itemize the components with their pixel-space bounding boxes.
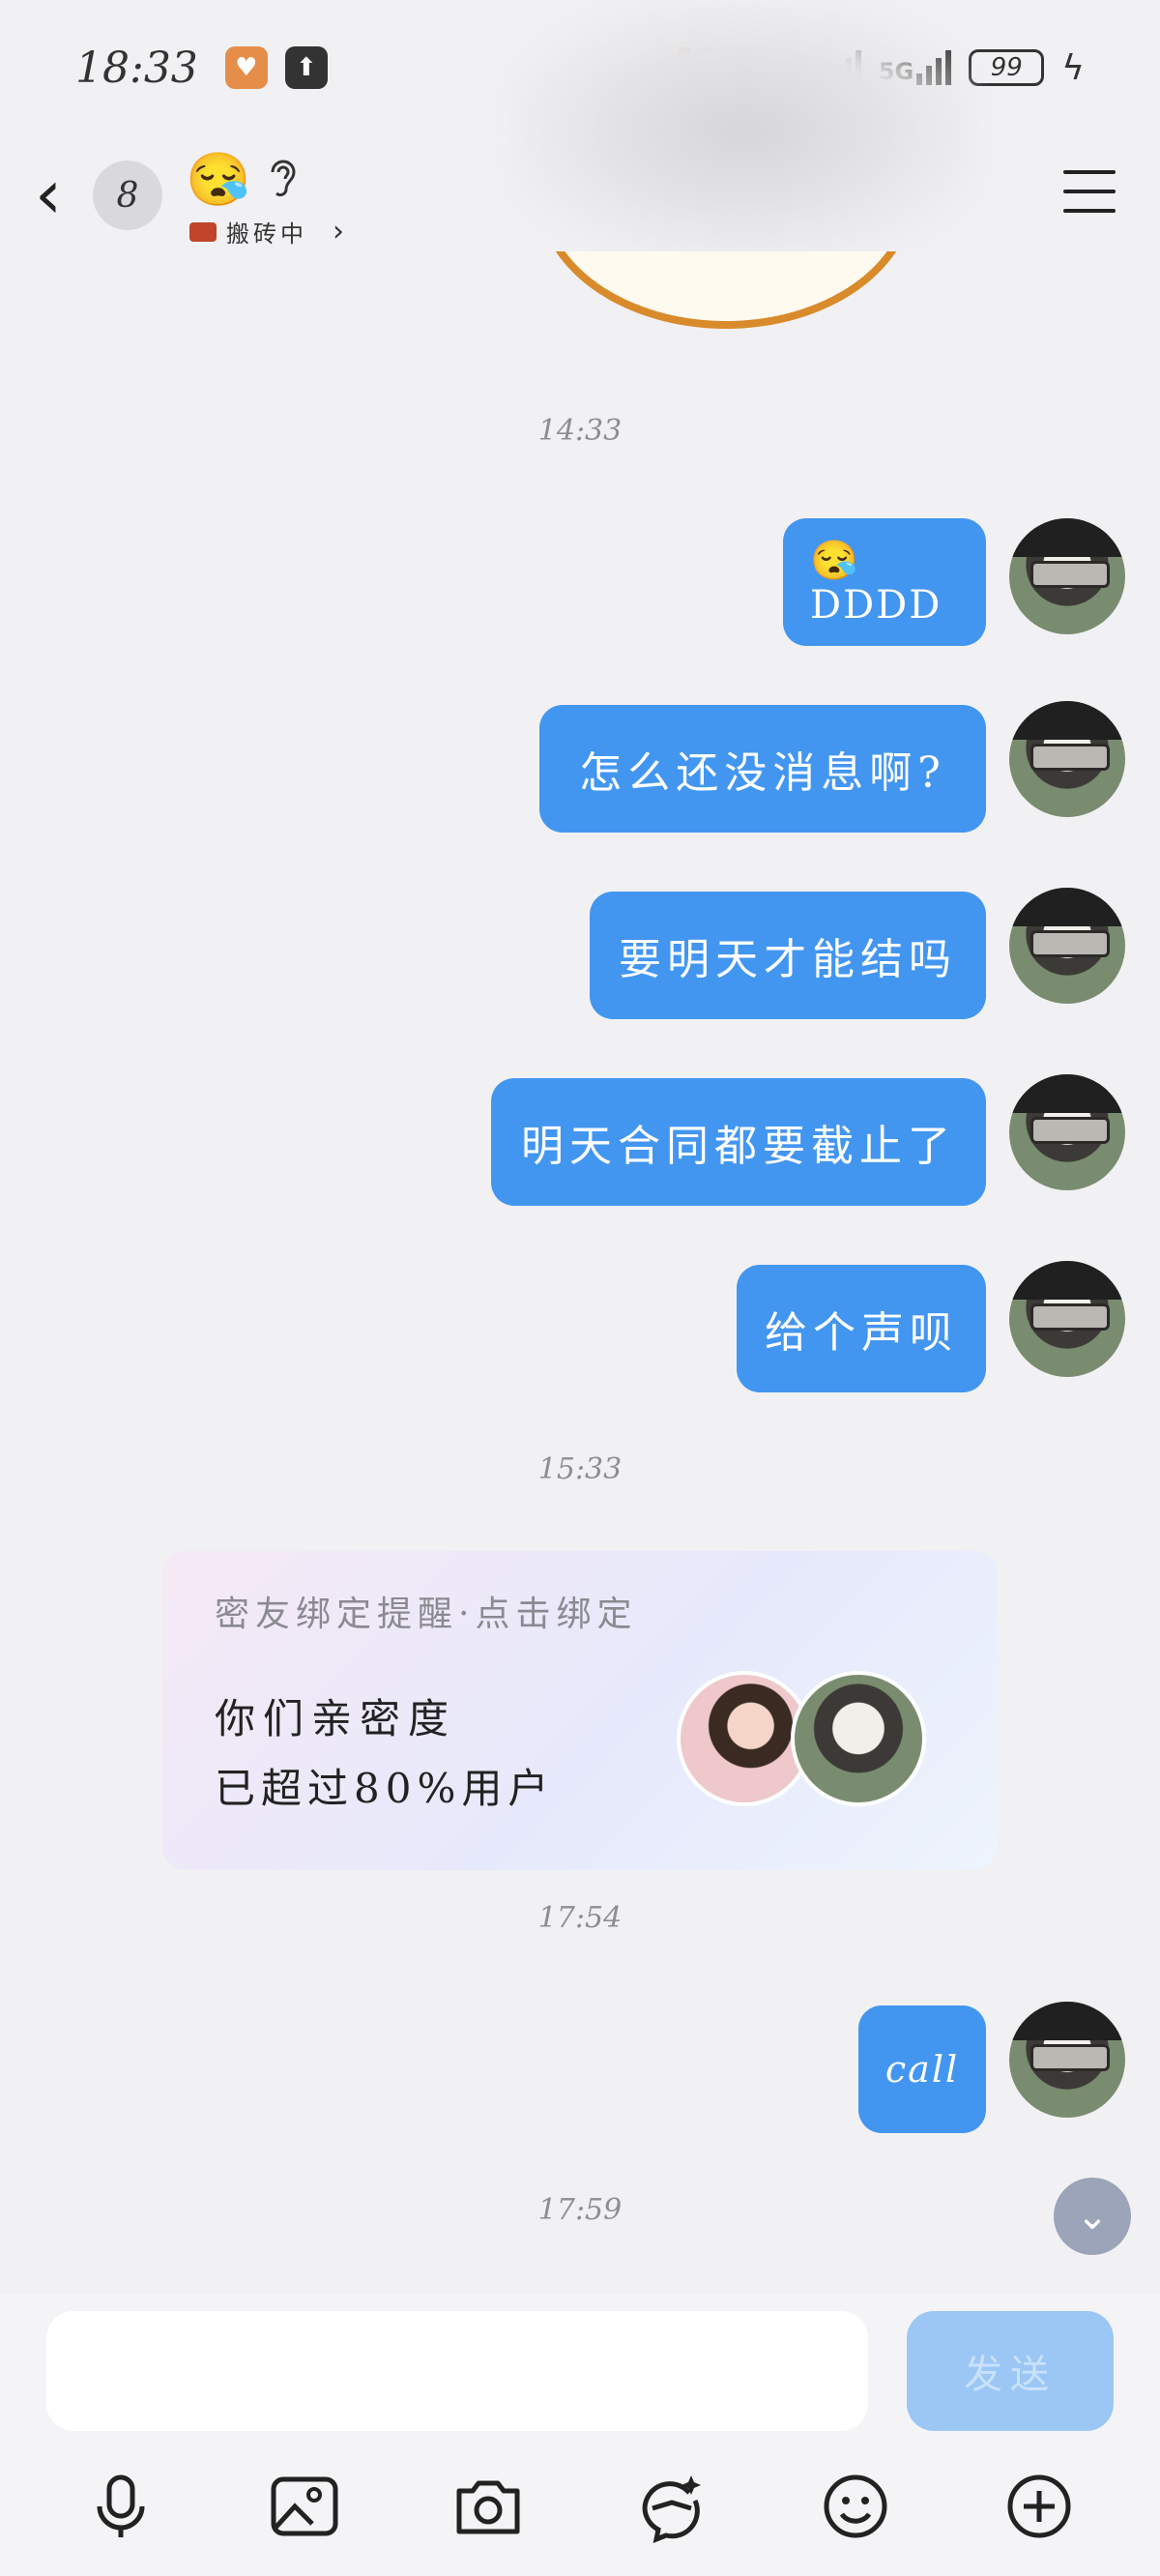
menu-icon-line bbox=[1063, 209, 1116, 213]
unread-count-badge[interactable]: 8 bbox=[93, 161, 162, 230]
scroll-to-bottom-button[interactable]: ⌄ bbox=[1054, 2178, 1131, 2255]
my-avatar[interactable] bbox=[1009, 2002, 1125, 2118]
message-timestamp: 17:54 bbox=[537, 1901, 623, 1935]
card-line-1: 你们亲密度 bbox=[215, 1695, 457, 1742]
camera-icon[interactable] bbox=[445, 2463, 532, 2550]
message-bubble[interactable]: 明天合同都要截止了 bbox=[491, 1078, 986, 1206]
chevron-right-icon: › bbox=[333, 215, 344, 249]
my-avatar[interactable] bbox=[1009, 888, 1125, 1004]
my-avatar bbox=[791, 1671, 926, 1806]
plus-icon[interactable] bbox=[996, 2463, 1083, 2550]
input-bar: 发送 bbox=[0, 2294, 1160, 2576]
status-text: 搬砖中 bbox=[226, 220, 307, 248]
menu-icon bbox=[1063, 170, 1116, 174]
card-line-2: 已超过80%用户 bbox=[215, 1765, 555, 1812]
mood-emoji[interactable]: 😪 bbox=[186, 149, 250, 211]
message-bubble[interactable]: 😪DDDD bbox=[783, 518, 986, 646]
microphone-icon[interactable] bbox=[77, 2463, 164, 2550]
back-button[interactable]: ‹ bbox=[35, 161, 83, 230]
my-avatar[interactable] bbox=[1009, 518, 1125, 634]
chat-header: ‹ 8 😪 搬砖中 › bbox=[0, 135, 1160, 261]
image-icon[interactable] bbox=[261, 2463, 348, 2550]
message-timestamp: 15:33 bbox=[537, 1452, 623, 1486]
ear-icon[interactable] bbox=[267, 157, 300, 209]
message-bubble[interactable]: call bbox=[858, 2005, 986, 2133]
menu-icon-line bbox=[1063, 190, 1116, 193]
my-avatar[interactable] bbox=[1009, 1261, 1125, 1377]
health-app-icon: ♥ bbox=[224, 46, 268, 89]
emoji-icon[interactable] bbox=[812, 2463, 899, 2550]
sticker-icon[interactable] bbox=[628, 2463, 715, 2550]
message-input[interactable] bbox=[46, 2311, 868, 2431]
menu-button[interactable] bbox=[1063, 170, 1116, 213]
card-title: 密友绑定提醒·点击绑定 bbox=[215, 1595, 638, 1634]
status-left: 18:33 ♥ ⬆ bbox=[75, 44, 328, 93]
back-icon: ‹ bbox=[35, 155, 62, 234]
chevron-down-icon: ⌄ bbox=[1076, 2194, 1109, 2239]
input-toolbar bbox=[0, 2458, 1160, 2555]
contact-status[interactable]: 搬砖中 › bbox=[189, 215, 344, 249]
upload-icon: ⬆ bbox=[284, 46, 328, 89]
battery-level: 99 bbox=[969, 49, 1045, 86]
charging-icon: ϟ bbox=[1061, 47, 1085, 88]
intimacy-binding-card[interactable]: 密友绑定提醒·点击绑定 你们亲密度 已超过80%用户 bbox=[162, 1551, 998, 1870]
message-timestamp: 17:59 bbox=[537, 2193, 623, 2227]
message-bubble[interactable]: 要明天才能结吗 bbox=[590, 892, 986, 1019]
my-avatar[interactable] bbox=[1009, 1074, 1125, 1190]
brick-icon bbox=[189, 221, 217, 242]
message-timestamp: 14:33 bbox=[537, 414, 623, 448]
message-bubble[interactable]: 怎么还没消息啊? bbox=[539, 705, 986, 833]
message-bubble[interactable]: 给个声呗 bbox=[737, 1265, 986, 1392]
status-time: 18:33 bbox=[75, 43, 198, 93]
my-avatar[interactable] bbox=[1009, 701, 1125, 817]
send-button[interactable]: 发送 bbox=[907, 2311, 1114, 2431]
